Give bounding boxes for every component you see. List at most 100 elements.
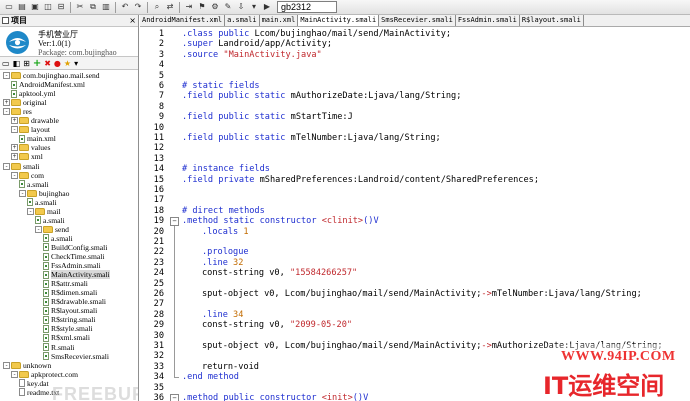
tree-item[interactable]: - unknown (3, 361, 51, 370)
tree-item[interactable]: FssAdmin.smali (43, 261, 101, 270)
tab[interactable]: main.xml (260, 15, 299, 26)
collapse-node-icon[interactable]: - (3, 361, 10, 369)
tree-item[interactable]: R$xml.smali (43, 333, 90, 342)
tree-item-label: R$style.smali (51, 324, 93, 334)
save-all-icon[interactable]: ◫ (42, 1, 54, 13)
tree-item[interactable]: - layout (11, 125, 50, 134)
tree-item[interactable]: - mail (27, 207, 61, 216)
dropdown-arrow-icon[interactable]: ▾ (248, 1, 260, 13)
sign-icon[interactable]: ✎ (222, 1, 234, 13)
open-icon[interactable]: ▭ (3, 1, 15, 13)
replace-icon[interactable]: ⇄ (164, 1, 176, 13)
tree-item[interactable]: - com.bujinghao.mail.send (3, 71, 100, 80)
tree-item[interactable]: R$style.smali (43, 324, 93, 333)
undo-icon[interactable]: ↶ (119, 1, 131, 13)
close-panel-icon[interactable]: × (129, 16, 136, 25)
tree-item-label: CheckTime.smali (51, 252, 105, 261)
collapse-node-icon[interactable]: - (3, 108, 10, 116)
tree-item[interactable]: - apkprotect.com (11, 370, 78, 379)
tree-item[interactable]: a.smali (35, 216, 65, 225)
project-panel-title: 项目 (11, 16, 27, 25)
find-icon[interactable]: ⌕ (151, 1, 163, 13)
more-dropdown-icon[interactable]: ▾ (74, 59, 78, 68)
tree-item[interactable]: a.smali (19, 180, 49, 189)
tree-item[interactable]: main.xml (19, 134, 56, 143)
tree-item[interactable]: R$layout.smali (43, 306, 97, 315)
tab[interactable]: MainActivity.smali (298, 15, 380, 26)
tree-item[interactable]: key.dat (19, 379, 49, 388)
expand-node-icon[interactable]: + (3, 99, 10, 107)
print-icon[interactable]: ⊟ (55, 1, 67, 13)
cut-icon[interactable]: ✂ (74, 1, 86, 13)
folder-icon[interactable]: ▤ (16, 1, 28, 13)
delete-icon[interactable]: ✖ (44, 59, 51, 68)
tab[interactable]: AndroidManifest.xml (140, 15, 226, 26)
collapse-node-icon[interactable]: - (11, 126, 18, 134)
tree-item[interactable]: - res (3, 107, 32, 116)
tree-item[interactable]: R$attr.smali (43, 279, 88, 288)
tree-item[interactable]: + values (11, 143, 50, 152)
tree-item[interactable]: - smali (3, 162, 39, 171)
tree-item[interactable]: CheckTime.smali (43, 252, 105, 261)
paste-icon[interactable]: ▥ (100, 1, 112, 13)
bookmark-icon[interactable]: ⚑ (196, 1, 208, 13)
code-token: .method static constructor (182, 216, 322, 227)
stop-icon[interactable]: ● (54, 59, 61, 68)
tree-item[interactable]: + xml (11, 152, 43, 161)
collapse-node-icon[interactable]: - (11, 171, 18, 179)
fold-toggle-icon[interactable]: − (170, 393, 179, 401)
tree-item[interactable]: R$drawable.smali (43, 297, 106, 306)
app-info: 手机营业厅 Ver:1.0(1) Package: com.bujinghao (0, 27, 138, 57)
tree-item[interactable]: - com (11, 171, 44, 180)
tab[interactable]: R$layout.smali (520, 15, 584, 26)
expand-node-icon[interactable]: + (11, 153, 18, 161)
copy-icon[interactable]: ⧉ (87, 1, 99, 13)
collapse-node-icon[interactable]: - (11, 370, 18, 378)
tree-item[interactable]: + drawable (11, 116, 59, 125)
fold-toggle-icon[interactable]: − (170, 216, 179, 226)
collapse-node-icon[interactable]: - (19, 189, 26, 197)
code-token: mTelNumber:Ljava/lang/String; (491, 289, 642, 299)
tree-item[interactable]: a.smali (43, 234, 73, 243)
file-icon (27, 198, 33, 207)
tree-item-label: apkprotect.com (31, 369, 79, 379)
app-name: 手机营业厅 (38, 30, 78, 39)
refresh-icon[interactable]: ⊞ (23, 59, 30, 68)
tab[interactable]: FssAdmin.smali (456, 15, 520, 26)
add-icon[interactable]: + (33, 58, 41, 69)
collapse-node-icon[interactable]: - (35, 225, 42, 233)
redo-icon[interactable]: ↷ (132, 1, 144, 13)
save-icon[interactable]: ▣ (29, 1, 41, 13)
tree-item[interactable]: - send (35, 225, 69, 234)
tree-item[interactable]: - bujinghao (19, 189, 69, 198)
tab[interactable]: a.smali (225, 15, 260, 26)
collapse-node-icon[interactable]: - (27, 207, 34, 215)
collapse-icon[interactable]: ▭ (2, 59, 10, 68)
build-icon[interactable]: ⚙ (209, 1, 221, 13)
tree-item[interactable]: a.smali (27, 198, 57, 207)
expand-node-icon[interactable]: + (11, 144, 18, 152)
tree-item[interactable]: AndroidManifest.xml (11, 80, 85, 89)
code-line: .class public Lcom/bujinghao/mail/send/M… (182, 29, 451, 39)
line-number: 5 (158, 70, 164, 81)
tree-item[interactable]: R.smali (43, 343, 74, 352)
tree-item-label: bujinghao (39, 188, 70, 198)
install-icon[interactable]: ⇩ (235, 1, 247, 13)
goto-icon[interactable]: ⇥ (183, 1, 195, 13)
expand-icon[interactable]: ◧ (13, 59, 21, 68)
tab[interactable]: SmsRecevier.smali (379, 15, 456, 26)
expand-node-icon[interactable]: + (11, 117, 18, 125)
tree-item[interactable]: SmsRecevier.smali (43, 352, 109, 361)
tree-item[interactable]: R$string.smali (43, 315, 96, 324)
favorite-icon[interactable]: ★ (64, 59, 71, 68)
encoding-select[interactable]: gb2312 (277, 1, 337, 13)
tree-item[interactable]: MainActivity.smali (43, 270, 110, 280)
collapse-node-icon[interactable]: - (3, 72, 10, 79)
collapse-node-icon[interactable]: - (3, 162, 10, 170)
tree-item[interactable]: BuildConfig.smali (43, 243, 107, 252)
code-token: .field private (182, 174, 260, 185)
tree-item[interactable]: R$dimen.smali (43, 288, 97, 297)
tree-item[interactable]: apktool.yml (11, 89, 56, 98)
tree-item[interactable]: + original (3, 98, 47, 107)
compile-icon[interactable]: ▶ (261, 1, 273, 13)
